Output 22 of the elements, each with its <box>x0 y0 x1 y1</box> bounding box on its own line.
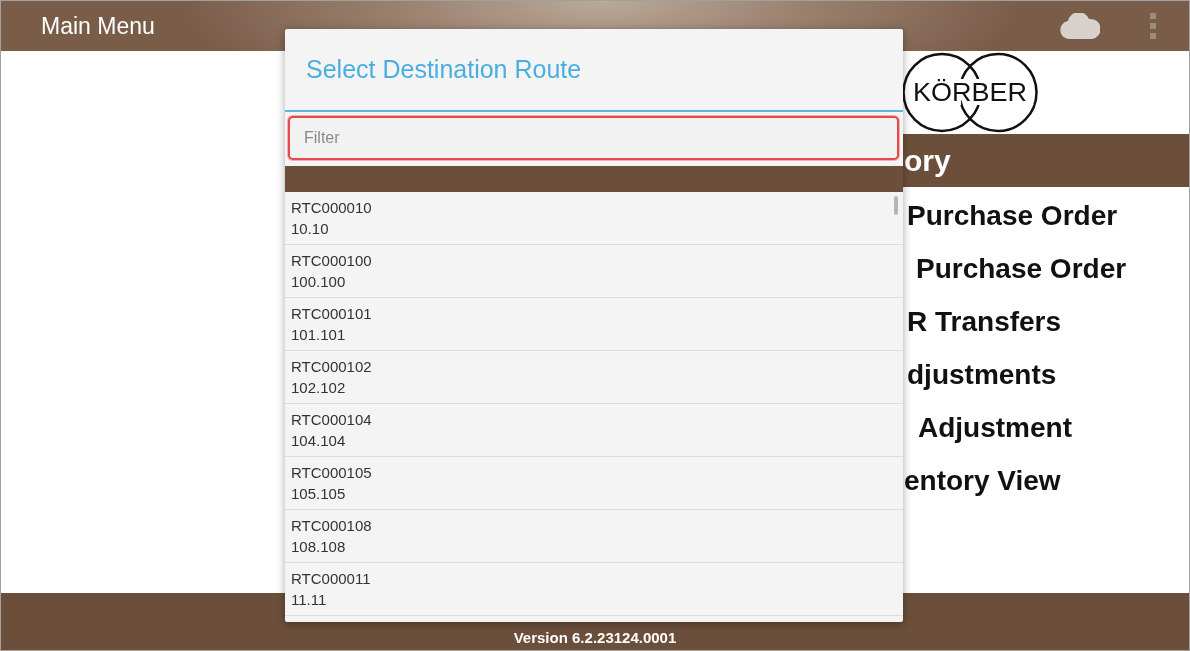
menu-item[interactable]: djustments <box>907 348 1057 401</box>
route-item[interactable]: RTC000011 11.11 <box>285 563 903 616</box>
route-item[interactable]: RTC000100 100.100 <box>285 245 903 298</box>
menu-item[interactable]: entory View <box>904 454 1061 507</box>
cloud-icon[interactable] <box>1060 13 1100 39</box>
menu-item[interactable]: R Transfers <box>907 295 1062 348</box>
more-options-icon[interactable] <box>1150 13 1156 39</box>
filter-field[interactable]: Filter <box>288 116 899 160</box>
menu-item[interactable]: Adjustment <box>918 401 1072 454</box>
route-item[interactable]: RTC000108 108.108 <box>285 510 903 563</box>
route-item[interactable]: RTC000010 10.10 <box>285 192 903 245</box>
route-item[interactable]: RTC000105 105.105 <box>285 457 903 510</box>
screen-title: Main Menu <box>41 12 155 40</box>
route-item[interactable]: RTC000104 104.104 <box>285 404 903 457</box>
version-text: Version 6.2.23124.0001 <box>513 629 677 646</box>
menu-item[interactable]: Purchase Order <box>916 242 1127 295</box>
route-item[interactable]: RTC000102 102.102 <box>285 351 903 404</box>
menu-item[interactable]: Purchase Order <box>907 189 1118 242</box>
section-title: ory <box>904 143 951 178</box>
dialog-title: Select Destination Route <box>306 55 582 84</box>
route-item[interactable]: RTC000101 101.101 <box>285 298 903 351</box>
scrollbar-thumb[interactable] <box>894 196 898 215</box>
